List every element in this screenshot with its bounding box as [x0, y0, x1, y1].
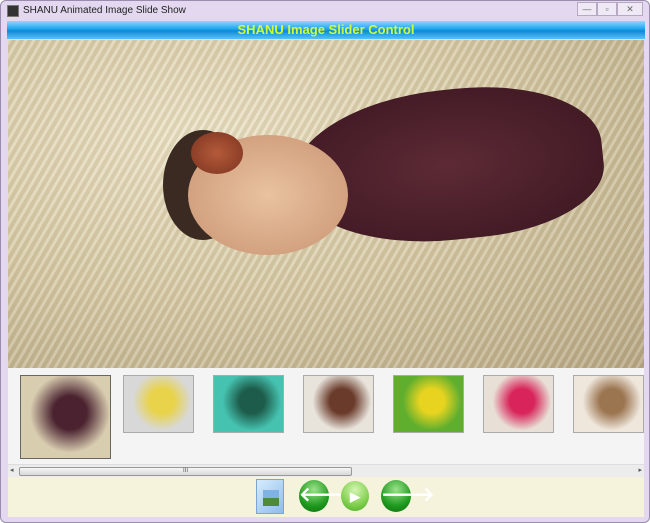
- thumbnail-boy-in-flowers[interactable]: [393, 375, 464, 433]
- open-folder-button[interactable]: [256, 479, 284, 514]
- thumbnail-baby-in-basket[interactable]: [573, 375, 644, 433]
- title-bar: SHANU Animated Image Slide Show — ▫ ✕: [1, 1, 649, 21]
- close-button[interactable]: ✕: [617, 2, 643, 16]
- next-button[interactable]: 🡒: [381, 480, 435, 512]
- flower-headband: [191, 132, 243, 174]
- horizontal-scrollbar[interactable]: ◂ III ▸: [8, 464, 644, 477]
- app-icon: [7, 5, 19, 17]
- slider-header: SHANU Image Slider Control: [7, 21, 645, 39]
- main-image: [8, 40, 644, 368]
- thumbnail-kaleidoscope[interactable]: [213, 375, 284, 433]
- scroll-right-arrow[interactable]: ▸: [638, 466, 642, 474]
- image-folder-icon: [263, 490, 279, 506]
- window-title: SHANU Animated Image Slide Show: [23, 5, 186, 16]
- scroll-left-arrow[interactable]: ◂: [10, 466, 14, 474]
- minimize-button[interactable]: —: [577, 2, 597, 16]
- scrollbar-thumb[interactable]: III: [19, 467, 352, 476]
- thumbnail-baby-on-fur[interactable]: [20, 375, 111, 459]
- maximize-button[interactable]: ▫: [597, 2, 617, 16]
- thumbnail-boy-on-toy-car[interactable]: [303, 375, 374, 433]
- control-panel: 🡐 ▶ 🡒: [8, 477, 644, 517]
- thumbnail-girl-pink-floor[interactable]: [483, 375, 554, 433]
- app-window: SHANU Animated Image Slide Show — ▫ ✕ SH…: [0, 0, 650, 523]
- play-button[interactable]: ▶: [341, 481, 369, 511]
- thumbnail-made-in-korea[interactable]: [123, 375, 194, 433]
- previous-button[interactable]: 🡐: [299, 480, 353, 512]
- thumbnail-strip: [8, 368, 644, 464]
